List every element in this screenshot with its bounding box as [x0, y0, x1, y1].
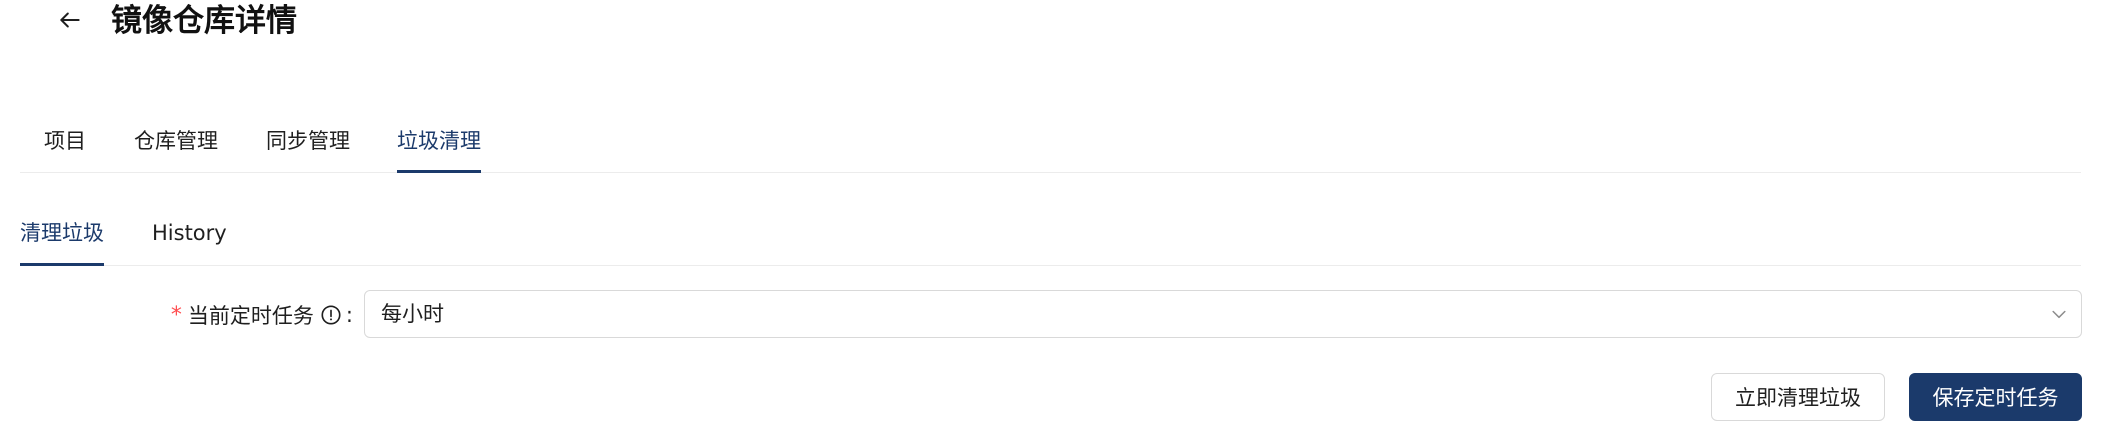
subtab-clean-garbage[interactable]: 清理垃圾	[20, 211, 104, 266]
chevron-down-icon	[2052, 310, 2066, 319]
label-colon: :	[345, 303, 353, 327]
schedule-label: * 当前定时任务 :	[171, 290, 353, 340]
arrow-left-icon	[60, 12, 80, 28]
tab-repository-management[interactable]: 仓库管理	[134, 122, 218, 172]
tab-garbage-cleanup[interactable]: 垃圾清理	[397, 122, 481, 173]
schedule-label-text: 当前定时任务	[187, 304, 314, 328]
schedule-select-value: 每小时	[381, 302, 444, 326]
back-button[interactable]	[50, 0, 90, 40]
subtab-history[interactable]: History	[152, 211, 227, 265]
clean-now-button[interactable]: 立即清理垃圾	[1711, 373, 1885, 421]
page-header: 镜像仓库详情	[0, 0, 2101, 60]
page-title: 镜像仓库详情	[111, 3, 297, 39]
exclamation-circle-icon[interactable]	[320, 304, 342, 326]
required-mark: *	[170, 302, 182, 328]
sub-tabs: 清理垃圾 History	[20, 205, 2081, 266]
tab-projects[interactable]: 项目	[44, 122, 86, 172]
tab-sync-management[interactable]: 同步管理	[266, 122, 350, 172]
schedule-select[interactable]: 每小时	[364, 290, 2082, 338]
save-schedule-button[interactable]: 保存定时任务	[1909, 373, 2082, 421]
schedule-form-row: * 当前定时任务 : 每小时	[0, 290, 2101, 340]
main-tabs: 项目 仓库管理 同步管理 垃圾清理	[20, 110, 2081, 173]
